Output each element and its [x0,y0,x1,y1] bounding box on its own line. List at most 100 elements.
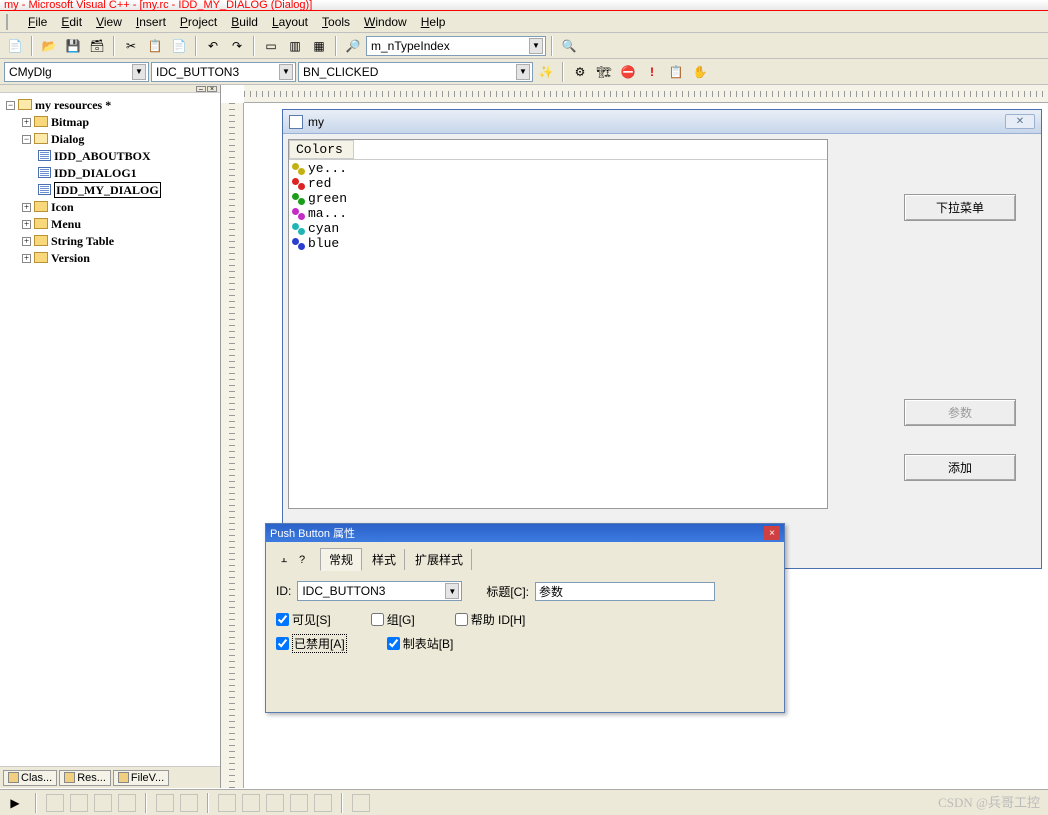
properties-title[interactable]: Push Button 属性 × [266,524,784,542]
chevron-down-icon[interactable]: ▼ [445,583,459,599]
menu-window[interactable]: Window [358,13,413,31]
workspace-icon[interactable]: ▭ [260,35,282,57]
tree-version[interactable]: Version [51,251,90,265]
menu-project[interactable]: Project [174,13,223,31]
list-item[interactable]: blue [292,236,824,251]
window-list-icon[interactable]: ▦ [308,35,330,57]
close-icon[interactable]: ✕ [1005,114,1035,129]
tree-collapse-icon[interactable]: − [6,101,15,110]
align-bottom-icon[interactable] [118,794,136,812]
tree-expand-icon[interactable]: + [22,118,31,127]
tab-extended[interactable]: 扩展样式 [407,549,472,570]
go-icon[interactable]: 📋 [665,61,687,83]
tree-expand-icon[interactable]: + [22,254,31,263]
tree-dlg-1[interactable]: IDD_DIALOG1 [54,166,137,180]
new-icon[interactable]: 📄 [4,35,26,57]
pushpin-icon[interactable]: ⫠ [276,553,292,567]
close-icon[interactable]: × [764,526,780,540]
list-body[interactable]: ye...redgreenma...cyanblue [289,160,827,252]
chevron-down-icon[interactable]: ▼ [279,64,293,80]
dropdown-menu-button[interactable]: 下拉菜单 [904,194,1016,221]
menu-layout[interactable]: Layout [266,13,314,31]
search-icon[interactable]: 🔍 [558,35,580,57]
menu-build[interactable]: Build [225,13,264,31]
same-width-icon[interactable] [266,794,284,812]
stop-build-icon[interactable]: ⛔ [617,61,639,83]
align-left-icon[interactable] [46,794,64,812]
tree-dialog[interactable]: Dialog [51,132,84,146]
menu-help[interactable]: Help [415,13,452,31]
cut-icon[interactable]: ✂ [120,35,142,57]
colors-listctrl[interactable]: Colors ye...redgreenma...cyanblue [288,139,828,509]
param-button[interactable]: 参数 [904,399,1016,426]
tab-general[interactable]: 常规 [320,548,362,571]
menu-tools[interactable]: Tools [316,13,356,31]
breakpoint-icon[interactable]: ✋ [689,61,711,83]
compile-icon[interactable]: ⚙ [569,61,591,83]
menu-view[interactable]: View [90,13,128,31]
helpid-checkbox[interactable]: 帮助 ID[H] [455,611,526,628]
tree-expand-icon[interactable]: + [22,220,31,229]
tree-string[interactable]: String Table [51,234,114,248]
id-combo[interactable]: IDC_BUTTON3 ▼ [151,62,296,82]
tab-fileview[interactable]: FileV... [113,770,169,786]
list-header-colors[interactable]: Colors [289,140,354,159]
message-combo[interactable]: BN_CLICKED ▼ [298,62,533,82]
same-height-icon[interactable] [290,794,308,812]
open-icon[interactable]: 📂 [38,35,60,57]
redo-icon[interactable]: ↷ [226,35,248,57]
list-item[interactable]: green [292,191,824,206]
list-item[interactable]: red [292,176,824,191]
chevron-down-icon[interactable]: ▼ [516,64,530,80]
caption-field[interactable] [535,582,715,601]
list-item[interactable]: ye... [292,161,824,176]
add-button[interactable]: 添加 [904,454,1016,481]
align-top-icon[interactable] [94,794,112,812]
tree-collapse-icon[interactable]: − [22,135,31,144]
tree-expand-icon[interactable]: + [22,237,31,246]
undo-icon[interactable]: ↶ [202,35,224,57]
tree-dlg-my[interactable]: IDD_MY_DIALOG [54,182,161,198]
grid-icon[interactable] [352,794,370,812]
tree-dlg-about[interactable]: IDD_ABOUTBOX [54,149,151,163]
tab-classview[interactable]: Clas... [3,770,57,786]
tree-root[interactable]: my resources * [35,98,111,112]
tree-bitmap[interactable]: Bitmap [51,115,89,129]
paste-icon[interactable]: 📄 [168,35,190,57]
find-icon[interactable]: 🔎 [342,35,364,57]
space-across-icon[interactable] [218,794,236,812]
help-icon[interactable]: ? [294,553,310,567]
build-icon[interactable]: 🏗 [593,61,615,83]
tree-icon[interactable]: Icon [51,200,74,214]
menu-edit[interactable]: Edit [55,13,88,31]
save-all-icon[interactable]: 🗃 [86,35,108,57]
same-size-icon[interactable] [314,794,332,812]
panel-grip[interactable]: –× [0,85,220,93]
list-item[interactable]: ma... [292,206,824,221]
group-checkbox[interactable]: 组[G] [371,611,415,628]
output-icon[interactable]: ▥ [284,35,306,57]
copy-icon[interactable]: 📋 [144,35,166,57]
tab-style[interactable]: 样式 [364,549,405,570]
id-field[interactable]: IDC_BUTTON3 ▼ [297,581,462,601]
list-header[interactable]: Colors [289,140,827,160]
design-dialog[interactable]: my ✕ Colors ye...redgreenma...cyanblue 下… [282,109,1042,569]
tree-expand-icon[interactable]: + [22,203,31,212]
execute-icon[interactable]: ! [641,61,663,83]
tree-menu[interactable]: Menu [51,217,81,231]
chevron-down-icon[interactable]: ▼ [529,38,543,54]
visible-checkbox[interactable]: 可见[S] [276,611,331,628]
tab-resourceview[interactable]: Res... [59,770,111,786]
tabstop-checkbox[interactable]: 制表站[B] [387,635,454,652]
chevron-down-icon[interactable]: ▼ [132,64,146,80]
design-dialog-titlebar[interactable]: my ✕ [283,110,1041,134]
menu-file[interactable]: FFileile [22,13,53,31]
test-dialog-icon[interactable]: ▶ [4,792,26,814]
save-icon[interactable]: 💾 [62,35,84,57]
find-combo[interactable]: m_nTypeIndex ▼ [366,36,546,56]
center-v-icon[interactable] [180,794,198,812]
class-combo[interactable]: CMyDlg ▼ [4,62,149,82]
list-item[interactable]: cyan [292,221,824,236]
properties-dialog[interactable]: Push Button 属性 × ⫠ ? 常规 样式 扩展样式 ID: IDC_… [265,523,785,713]
space-down-icon[interactable] [242,794,260,812]
